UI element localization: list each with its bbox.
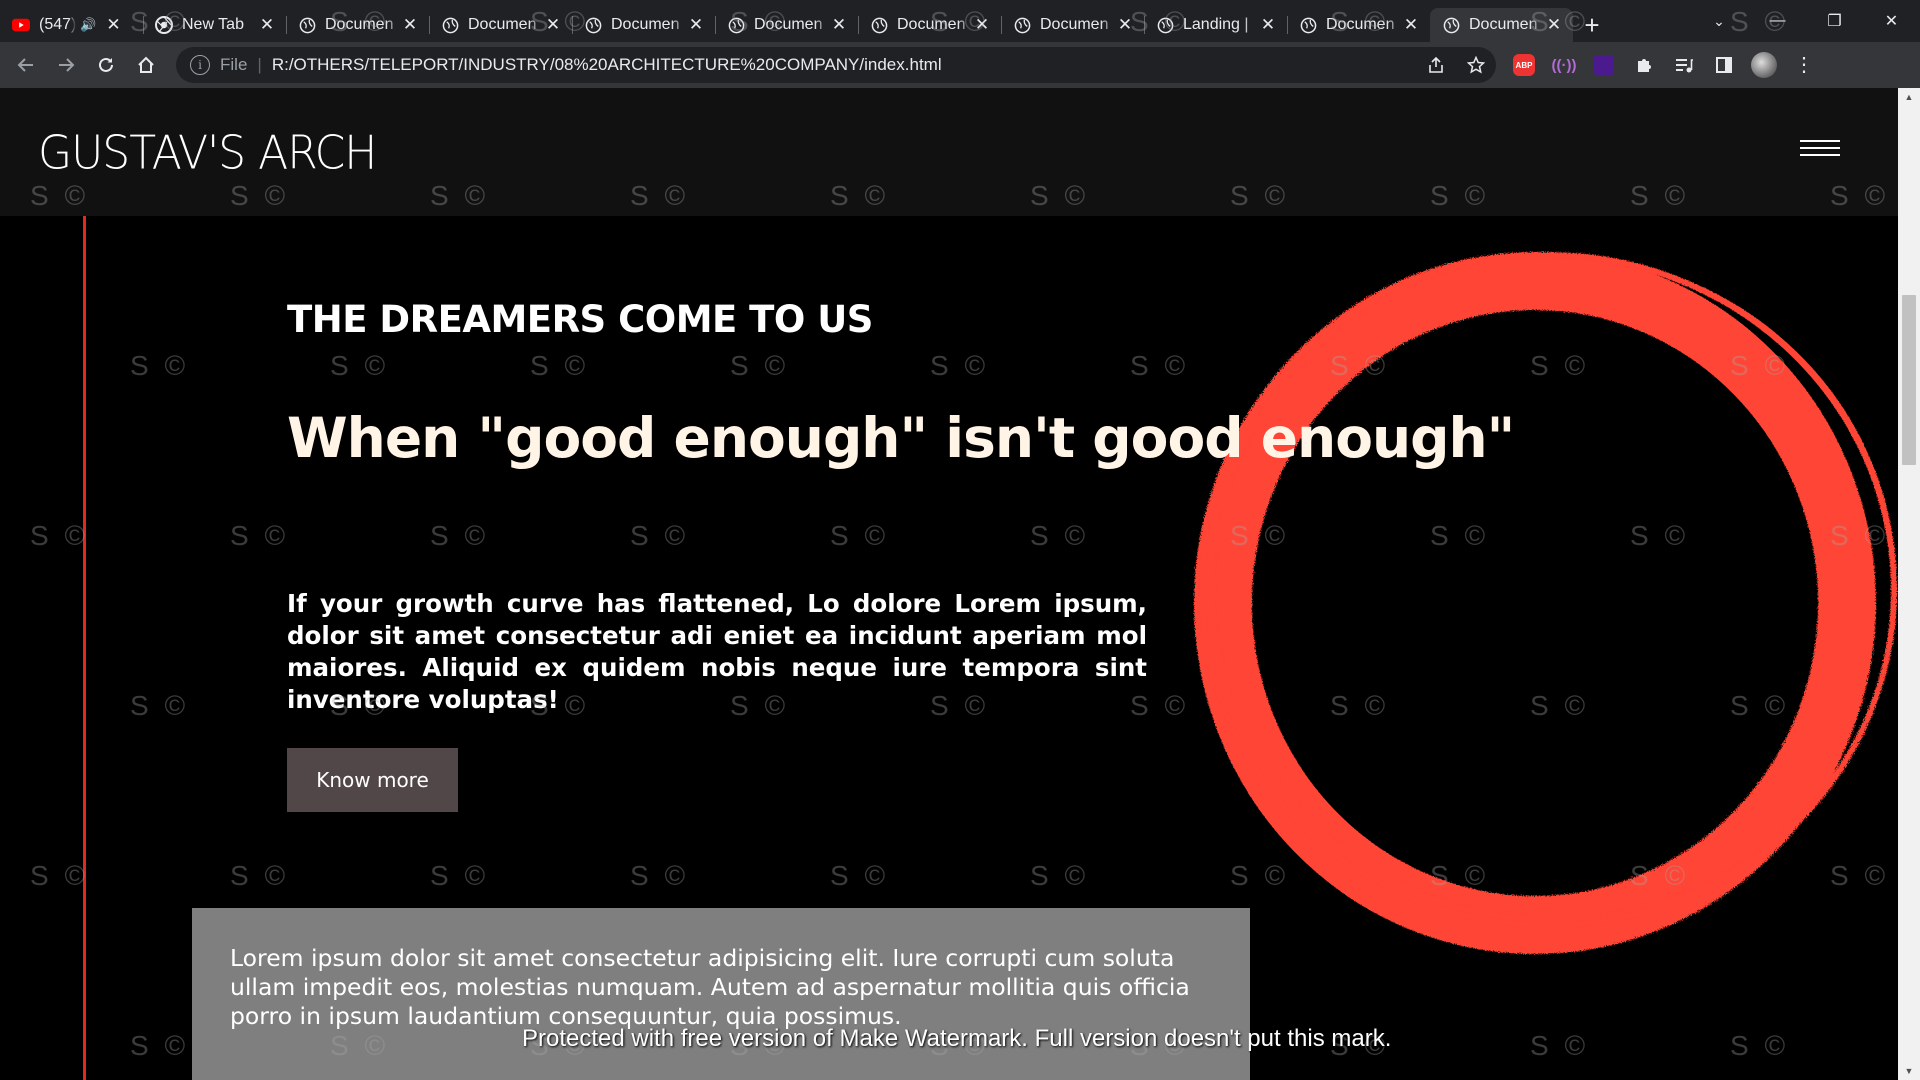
globe-icon xyxy=(1299,16,1317,34)
tab-title: (547) xyxy=(39,16,77,33)
home-icon[interactable] xyxy=(126,45,166,85)
tab-title: Documen xyxy=(1326,16,1395,33)
tab-landing[interactable]: Landing | ✕ xyxy=(1144,8,1287,42)
tab-new-tab[interactable]: New Tab ✕ xyxy=(143,8,286,42)
youtube-icon xyxy=(12,16,30,34)
close-window-icon[interactable]: ✕ xyxy=(1863,0,1920,42)
sidepanel-icon[interactable] xyxy=(1704,45,1744,85)
tab-document[interactable]: Documen ✕ xyxy=(1001,8,1144,42)
tab-title: Documen xyxy=(1040,16,1109,33)
tab-title: Documen xyxy=(754,16,823,33)
new-tab-button[interactable]: + xyxy=(1573,8,1611,42)
close-icon[interactable]: ✕ xyxy=(258,15,276,34)
page-viewport: GUSTAV'S ARCH THE DREAMERS COME TO US Wh… xyxy=(0,88,1898,1080)
close-icon[interactable]: ✕ xyxy=(401,15,419,34)
close-icon[interactable]: ✕ xyxy=(1545,15,1563,34)
tab-document[interactable]: Documen ✕ xyxy=(1287,8,1430,42)
share-icon[interactable] xyxy=(1416,56,1456,74)
tab-title: New Tab xyxy=(182,16,244,33)
hero-eyebrow: THE DREAMERS COME TO US xyxy=(287,298,873,341)
watermark-notice: Protected with free version of Make Wate… xyxy=(522,1025,1392,1052)
menu-kebab-icon[interactable]: ⋮ xyxy=(1784,45,1824,85)
cast-icon[interactable]: ((·)) xyxy=(1544,45,1584,85)
tab-title: Documen xyxy=(325,16,394,33)
purple-square-icon[interactable] xyxy=(1584,45,1624,85)
hamburger-menu-icon[interactable] xyxy=(1800,140,1840,160)
close-icon[interactable]: ✕ xyxy=(1259,15,1277,34)
avatar[interactable] xyxy=(1744,45,1784,85)
chrome-icon xyxy=(155,16,173,34)
globe-icon xyxy=(298,16,316,34)
tab-strip: (547) 🔊 ✕ New Tab ✕ Documen ✕ Documen ✕ … xyxy=(0,0,1920,42)
tab-youtube[interactable]: (547) 🔊 ✕ xyxy=(0,8,143,42)
scroll-up-arrow-icon[interactable]: ▲ xyxy=(1898,88,1920,106)
reload-icon[interactable] xyxy=(86,45,126,85)
globe-icon xyxy=(1013,16,1031,34)
close-icon[interactable]: ✕ xyxy=(544,15,562,34)
bookmark-star-icon[interactable] xyxy=(1456,56,1496,74)
url-scheme: File xyxy=(220,55,248,74)
globe-icon xyxy=(1442,16,1460,34)
puzzle-icon[interactable] xyxy=(1624,45,1664,85)
tab-document[interactable]: Documen ✕ xyxy=(572,8,715,42)
tab-title: Documen xyxy=(897,16,966,33)
tab-document[interactable]: Documen ✕ xyxy=(858,8,1001,42)
close-icon[interactable]: ✕ xyxy=(973,15,991,34)
window-controls: ⌄ — ❐ ✕ xyxy=(1689,0,1920,42)
page-scrollbar[interactable]: ▲ ▼ xyxy=(1898,88,1920,1080)
globe-icon xyxy=(870,16,888,34)
close-icon[interactable]: ✕ xyxy=(1116,15,1134,34)
site-header: GUSTAV'S ARCH xyxy=(0,88,1898,216)
scrollbar-thumb[interactable] xyxy=(1902,295,1916,465)
close-icon[interactable]: ✕ xyxy=(830,15,848,34)
forward-icon[interactable] xyxy=(46,45,86,85)
know-more-button[interactable]: Know more xyxy=(287,748,458,812)
url-separator: | xyxy=(257,55,262,74)
globe-icon xyxy=(727,16,745,34)
close-icon[interactable]: ✕ xyxy=(687,15,705,34)
site-logo[interactable]: GUSTAV'S ARCH xyxy=(38,127,377,181)
globe-icon xyxy=(1156,16,1174,34)
back-icon[interactable] xyxy=(6,45,46,85)
extensions-area: ABP ((·)) ⋮ xyxy=(1504,45,1824,85)
restore-icon[interactable]: ❐ xyxy=(1806,0,1863,42)
tab-title: Documen xyxy=(468,16,537,33)
info-box: Lorem ipsum dolor sit amet consectetur a… xyxy=(192,908,1250,1080)
info-box-text: Lorem ipsum dolor sit amet consectetur a… xyxy=(230,944,1190,1030)
tab-document-active[interactable]: Documen ✕ xyxy=(1430,8,1573,42)
tab-document[interactable]: Documen ✕ xyxy=(286,8,429,42)
tab-title: Documen xyxy=(1469,16,1538,33)
tab-search-icon[interactable]: ⌄ xyxy=(1689,13,1749,30)
globe-icon xyxy=(441,16,459,34)
speaker-icon[interactable]: 🔊 xyxy=(80,17,96,33)
abp-icon[interactable]: ABP xyxy=(1504,45,1544,85)
close-icon[interactable]: ✕ xyxy=(105,15,123,34)
close-icon[interactable]: ✕ xyxy=(1402,15,1420,34)
address-bar[interactable]: i File | R:/OTHERS/TELEPORT/INDUSTRY/08%… xyxy=(176,47,1496,83)
scroll-down-arrow-icon[interactable]: ▼ xyxy=(1898,1062,1920,1080)
hero-headline: When "good enough" isn't good enough" xyxy=(287,406,1515,470)
tab-document[interactable]: Documen ✕ xyxy=(715,8,858,42)
media-icon[interactable] xyxy=(1664,45,1704,85)
globe-icon xyxy=(584,16,602,34)
hero-paragraph: If your growth curve has flattened, Lo d… xyxy=(287,589,1147,714)
url-text[interactable]: R:/OTHERS/TELEPORT/INDUSTRY/08%20ARCHITE… xyxy=(272,55,1416,75)
minimize-icon[interactable]: — xyxy=(1749,0,1806,42)
tab-document[interactable]: Documen ✕ xyxy=(429,8,572,42)
browser-toolbar: i File | R:/OTHERS/TELEPORT/INDUSTRY/08%… xyxy=(0,42,1920,88)
info-icon[interactable]: i xyxy=(190,55,210,75)
tab-title: Landing | xyxy=(1183,16,1249,33)
tab-title: Documen xyxy=(611,16,680,33)
red-brush-ring xyxy=(1194,252,1897,954)
accent-vertical-line xyxy=(83,216,86,1080)
